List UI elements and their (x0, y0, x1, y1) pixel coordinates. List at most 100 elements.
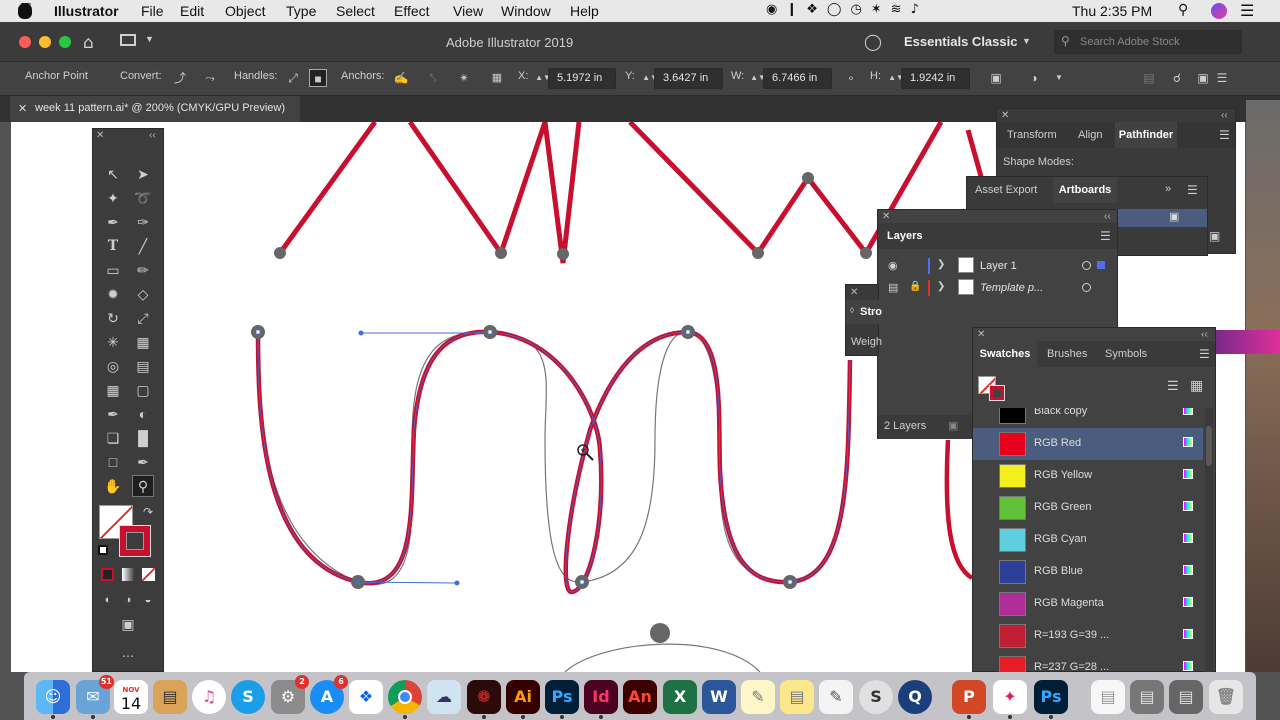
color-mode-icon[interactable] (101, 568, 114, 581)
swatch-row[interactable]: RGB Magenta (973, 588, 1203, 620)
rotate-tool-icon[interactable]: ↻ (102, 307, 124, 329)
visibility-eye-icon[interactable]: ◉ (888, 259, 898, 272)
gradient-tool-icon[interactable]: ▢ (132, 379, 154, 401)
curvature-tool-icon[interactable]: ✑ (132, 211, 154, 233)
layer-name[interactable]: Template p... (980, 282, 1043, 294)
tab-align[interactable]: Align (1078, 122, 1102, 148)
illustrator-icon[interactable]: Ai (506, 680, 540, 719)
selection-tool-icon[interactable]: ↖ (102, 163, 124, 185)
default-fill-stroke-icon[interactable] (98, 545, 108, 555)
none-mode-icon[interactable] (142, 568, 155, 581)
free-transform-tool-icon[interactable]: ▦ (132, 331, 154, 353)
calendar-icon[interactable]: NOV 14 (114, 680, 148, 714)
dropbox-icon[interactable]: ❖ (349, 680, 383, 714)
pen-tool-icon[interactable]: ✒ (102, 211, 124, 233)
slack-icon[interactable]: ✦ (993, 680, 1027, 719)
word-icon[interactable]: W (702, 680, 736, 714)
w-field[interactable]: 6.7466 in (763, 68, 832, 89)
width-tool-icon[interactable]: ✳ (102, 331, 124, 353)
tab-brushes[interactable]: Brushes (1047, 341, 1087, 367)
hide-handles-icon[interactable]: ■ (309, 69, 327, 87)
close-panel-icon[interactable]: ✕ (977, 329, 985, 340)
menu-edit[interactable]: Edit (180, 3, 204, 19)
panel-menu-icon[interactable]: ☰ (1199, 347, 1210, 361)
powerpoint-icon[interactable]: P (952, 680, 986, 719)
swatch-row[interactable]: RGB Green (973, 492, 1203, 524)
remove-anchor-icon[interactable]: ✍ (392, 69, 410, 87)
chrome-icon[interactable] (388, 680, 422, 719)
stroke-mini[interactable] (989, 385, 1005, 401)
connect-anchors-icon[interactable]: ⤣ (424, 69, 442, 87)
tab-pathfinder[interactable]: Pathfinder (1115, 122, 1177, 148)
chevron-down-icon[interactable]: ▼ (145, 34, 154, 44)
lasso-tool-icon[interactable]: ➰ (132, 187, 154, 209)
trash-icon[interactable]: 🗑 (1209, 680, 1243, 714)
swatch-row[interactable]: RGB Blue (973, 556, 1203, 588)
h-field[interactable]: 1.9242 in (901, 68, 970, 89)
app-store-icon[interactable]: A6 (310, 675, 348, 714)
swatch-row[interactable]: Black copy (973, 408, 1203, 428)
target-circle-icon[interactable] (1082, 283, 1091, 292)
symbol-sprayer-tool-icon[interactable]: ❏ (102, 427, 124, 449)
photoshop-icon[interactable]: Ps (545, 680, 579, 719)
stroke-title[interactable]: Stro (860, 306, 882, 318)
template-icon[interactable]: ▤ (888, 281, 898, 294)
close-window-button[interactable] (19, 36, 31, 48)
y-field[interactable]: 3.6427 in (654, 68, 723, 89)
control-menu-icon[interactable]: ☰ (1213, 69, 1231, 87)
document-stack-icon[interactable]: ▤ (1091, 680, 1125, 714)
itunes-icon[interactable]: ♫ (192, 680, 226, 714)
line-tool-icon[interactable]: ╱ (132, 235, 154, 257)
preview-icon[interactable]: ☁ (427, 680, 461, 714)
menu-help[interactable]: Help (570, 3, 599, 19)
workspace-switcher[interactable]: Essentials Classic (904, 34, 1017, 49)
artboard-row[interactable]: ▣ (1117, 209, 1207, 227)
artboard-options-icon[interactable]: ▣ (1169, 210, 1179, 223)
photoshop-icon[interactable]: Ps (1034, 680, 1068, 719)
layer-name[interactable]: Layer 1 (980, 260, 1017, 272)
panel-menu-icon[interactable]: ☰ (1219, 128, 1230, 142)
mail-icon[interactable]: ✉ 51 (76, 675, 114, 719)
lock-icon[interactable]: 🔒 (909, 281, 921, 292)
textedit-icon[interactable]: ✎ (819, 680, 853, 714)
type-tool-icon[interactable]: T (102, 235, 124, 257)
menu-window[interactable]: Window (501, 3, 551, 19)
menu-select[interactable]: Select (336, 3, 375, 19)
swatch-row[interactable]: RGB Cyan (973, 524, 1203, 556)
show-handles-icon[interactable]: ⤢ (284, 69, 302, 87)
rectangle-tool-icon[interactable]: ▭ (102, 259, 124, 281)
scrollbar-thumb[interactable] (1206, 426, 1212, 466)
collapse-panel-icon[interactable]: ‹‹ (1221, 110, 1228, 121)
siri-icon[interactable] (1211, 3, 1227, 19)
swatch-row-selected[interactable]: RGB Red (973, 428, 1203, 460)
transform-icon[interactable]: ▣ (1194, 69, 1212, 87)
magic-wand-tool-icon[interactable]: ✦ (102, 187, 124, 209)
new-artboard-icon[interactable]: ▣ (1209, 229, 1220, 243)
eraser-tool-icon[interactable]: ◇ (132, 283, 154, 305)
menu-object[interactable]: Object (225, 3, 265, 19)
collapse-panel-icon[interactable]: ‹‹ (1104, 211, 1111, 222)
draw-normal-icon[interactable]: ◐ (97, 589, 119, 611)
layer-row[interactable]: ◉ ❯ Layer 1 (878, 255, 1117, 277)
tab-artboards[interactable]: Artboards (1053, 177, 1117, 203)
hand-tool-icon[interactable]: ✋ (102, 475, 124, 497)
artboard-tool-icon[interactable]: □ (102, 451, 124, 473)
status-icons[interactable]: ◉❙❖◯◷✶≋♪ (766, 2, 928, 17)
close-tab-icon[interactable]: ✕ (18, 102, 27, 115)
tab-transform[interactable]: Transform (1007, 122, 1057, 148)
list-view-icon[interactable]: ☰ (1167, 378, 1179, 394)
direct-selection-tool-icon[interactable]: ➤ (132, 163, 154, 185)
expand-chevron-icon[interactable]: ❯ (937, 281, 945, 292)
notes-ledger-icon[interactable]: ▤ (153, 680, 187, 714)
swatch-scrollbar[interactable] (1205, 408, 1213, 672)
tab-asset-export[interactable]: Asset Export (975, 177, 1037, 203)
indesign-icon[interactable]: Id (584, 680, 618, 719)
selection-indicator[interactable] (1097, 261, 1105, 269)
constrain-proportions-icon[interactable]: ∘ (842, 69, 860, 87)
home-icon[interactable]: ⌂ (83, 33, 94, 53)
align-icon[interactable]: ▤ (1140, 69, 1158, 87)
draw-behind-icon[interactable]: ◑ (117, 589, 139, 611)
app-menu[interactable]: Illustrator (54, 3, 119, 19)
animate-icon[interactable]: An (623, 680, 657, 714)
transform-reference-icon[interactable]: ▦ (488, 69, 506, 87)
